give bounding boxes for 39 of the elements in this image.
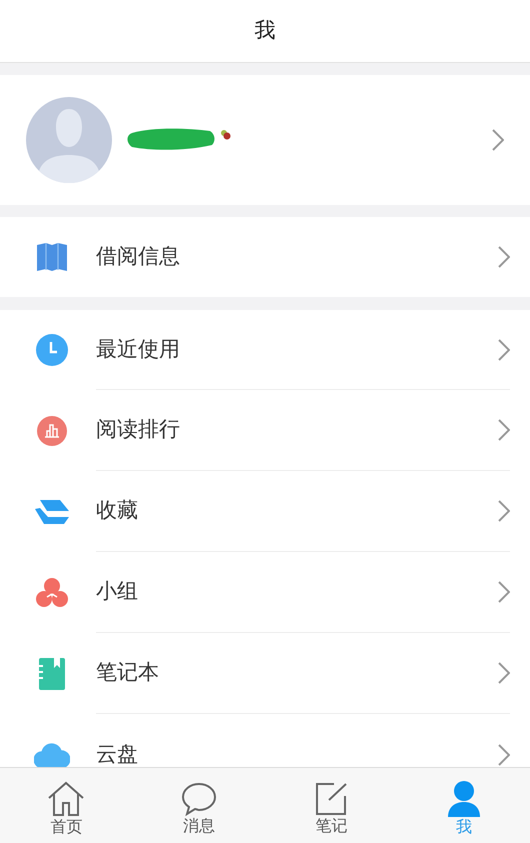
- layers-icon: [34, 498, 70, 524]
- book-icon: [36, 242, 68, 272]
- tab[interactable]: 消息: [132, 768, 265, 843]
- home-icon: [47, 780, 86, 816]
- page-title: 我: [254, 17, 276, 44]
- person-icon: [446, 780, 481, 816]
- menu-label: 小组: [96, 578, 139, 606]
- chevron-right-icon: [498, 500, 510, 522]
- menu-label: 云盘: [96, 740, 139, 767]
- chat-bubble-icon: [180, 782, 217, 816]
- cloud-icon: [34, 740, 70, 767]
- chevron-right-icon: [492, 129, 504, 151]
- badge-icon: [220, 129, 232, 141]
- menu-item[interactable]: 最近使用: [0, 310, 530, 390]
- menu-item[interactable]: 收藏: [0, 471, 530, 552]
- chevron-right-icon: [498, 744, 510, 766]
- bar-chart-icon: [37, 416, 67, 446]
- chevron-right-icon: [498, 581, 510, 603]
- menu-label: 最近使用: [96, 336, 181, 363]
- chevron-right-icon: [498, 246, 510, 268]
- menu-item[interactable]: 小组: [0, 552, 530, 633]
- menu-item[interactable]: 云盘: [0, 714, 530, 767]
- menu-label: 借阅信息: [96, 243, 181, 270]
- tab[interactable]: 首页: [0, 768, 132, 843]
- clock-icon: [36, 334, 68, 366]
- menu-item[interactable]: 阅读排行: [0, 390, 530, 471]
- group-icon: [35, 576, 69, 608]
- chevron-right-icon: [498, 662, 510, 684]
- menu-item[interactable]: 笔记本: [0, 633, 530, 714]
- menu-label: 笔记本: [96, 659, 160, 686]
- tab[interactable]: 笔记: [265, 768, 398, 843]
- edit-icon: [314, 782, 348, 816]
- notebook-icon: [39, 658, 65, 690]
- menu-label: 阅读排行: [96, 416, 181, 444]
- avatar-icon: [26, 97, 112, 183]
- menu-label: 收藏: [96, 497, 139, 524]
- menu-item[interactable]: 借阅信息: [0, 217, 530, 297]
- chevron-right-icon: [498, 419, 510, 441]
- chevron-right-icon: [498, 338, 510, 360]
